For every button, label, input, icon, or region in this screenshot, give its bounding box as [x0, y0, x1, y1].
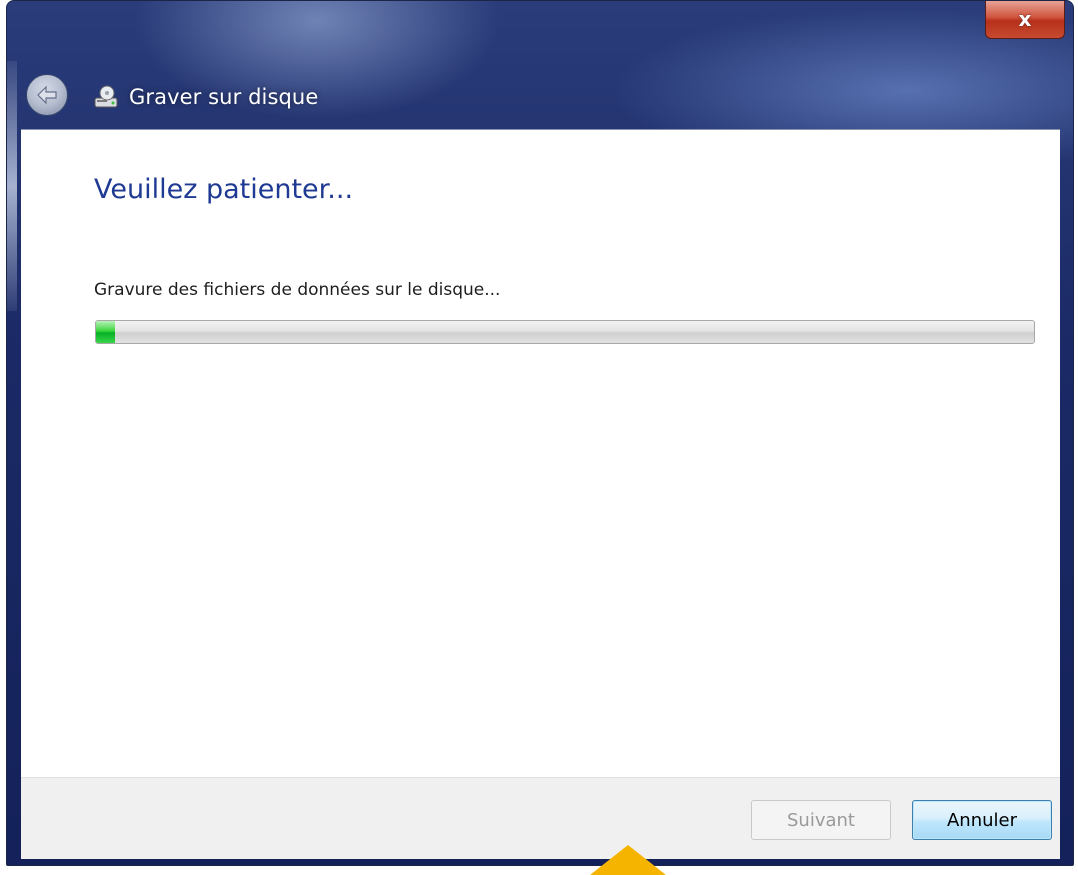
window-title: Graver sur disque [129, 85, 319, 109]
page-heading: Veuillez patienter... [94, 174, 354, 205]
back-button[interactable] [26, 74, 68, 116]
back-arrow-icon [37, 85, 57, 105]
window-frame-glass [7, 61, 17, 311]
title-bar: Graver sur disque [93, 81, 318, 113]
progress-bar [95, 320, 1035, 344]
disc-burner-icon [93, 84, 119, 110]
next-button[interactable]: Suivant [751, 800, 891, 840]
status-text: Gravure des fichiers de données sur le d… [94, 280, 501, 300]
progress-bar-fill [96, 321, 115, 343]
content-area: Veuillez patienter... Gravure des fichie… [21, 129, 1060, 778]
close-icon: x [1018, 7, 1032, 31]
burn-disc-window: x Graver sur disque Veuillez patienter..… [6, 0, 1074, 866]
cancel-button[interactable]: Annuler [912, 800, 1052, 840]
footer-bar: Suivant Annuler [21, 777, 1060, 859]
close-button[interactable]: x [985, 1, 1065, 39]
